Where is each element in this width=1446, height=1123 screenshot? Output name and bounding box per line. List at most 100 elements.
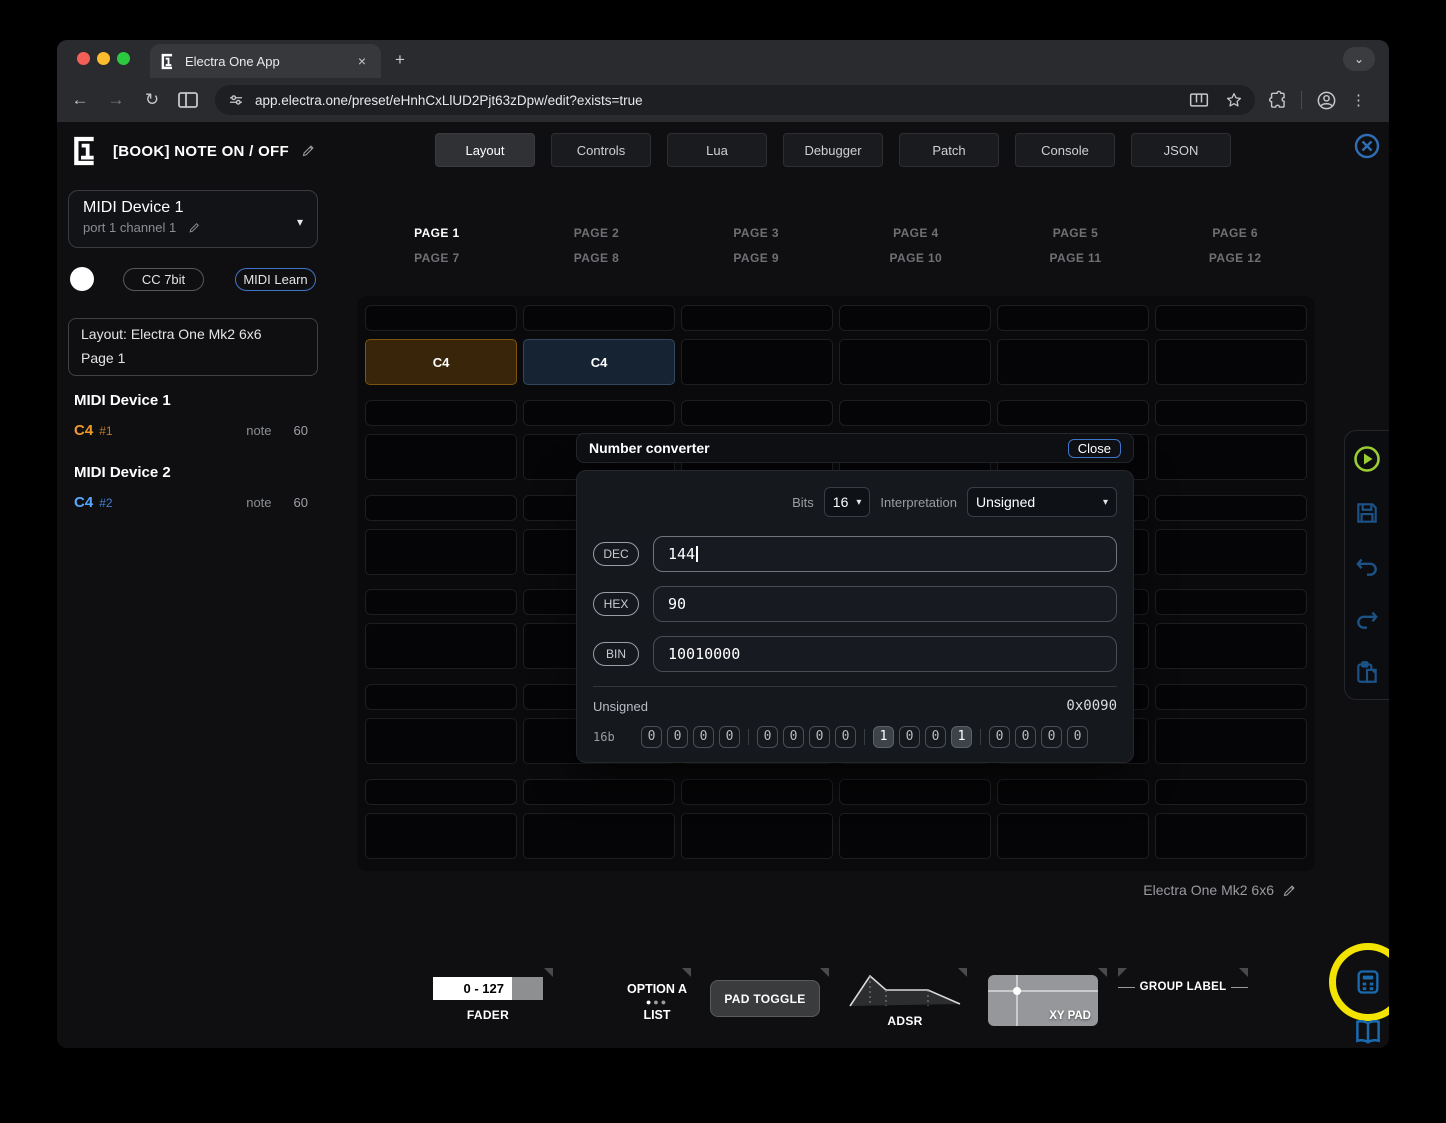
- grid-control-cell[interactable]: [523, 813, 675, 859]
- browser-menu-icon[interactable]: ⋮: [1351, 91, 1366, 109]
- grid-control-cell[interactable]: [1155, 813, 1307, 859]
- grid-label-cell[interactable]: [681, 400, 833, 426]
- dialog-header[interactable]: Number converter Close: [576, 433, 1134, 463]
- page-tab-1[interactable]: PAGE 1: [357, 226, 517, 240]
- grid-label-cell[interactable]: [1155, 684, 1307, 710]
- midi-learn-button[interactable]: MIDI Learn: [235, 268, 316, 291]
- grid-label-cell[interactable]: [365, 589, 517, 615]
- tab-patch[interactable]: Patch: [899, 133, 999, 167]
- browser-tab[interactable]: Electra One App ×: [150, 44, 381, 78]
- grid-control-cell[interactable]: [681, 813, 833, 859]
- bit-toggle-13[interactable]: 0: [693, 726, 714, 748]
- bin-input[interactable]: 10010000: [653, 636, 1117, 672]
- bits-select[interactable]: 16 ▾: [824, 487, 871, 517]
- side-panel-icon[interactable]: [175, 91, 201, 109]
- grid-control-cell[interactable]: [839, 339, 991, 385]
- grid-label-cell[interactable]: [1155, 305, 1307, 331]
- dialog-close-button[interactable]: Close: [1068, 439, 1121, 458]
- grid-control-cell[interactable]: [1155, 529, 1307, 575]
- url-text[interactable]: app.electra.one/preset/eHnhCxLlUD2Pjt63z…: [255, 93, 1189, 108]
- page-tab-4[interactable]: PAGE 4: [836, 226, 996, 240]
- grid-control-cell[interactable]: [997, 339, 1149, 385]
- profile-avatar-icon[interactable]: [1316, 90, 1337, 111]
- tab-json[interactable]: JSON: [1131, 133, 1231, 167]
- bit-toggle-3[interactable]: 0: [989, 726, 1010, 748]
- grid-label-cell[interactable]: [365, 684, 517, 710]
- page-tab-7[interactable]: PAGE 7: [357, 251, 517, 265]
- template-fader[interactable]: 0 - 127 FADER: [433, 977, 543, 1022]
- layout-info-box[interactable]: Layout: Electra One Mk2 6x6 Page 1: [68, 318, 318, 376]
- tab-lua[interactable]: Lua: [667, 133, 767, 167]
- bit-toggle-10[interactable]: 0: [783, 726, 804, 748]
- bit-toggle-4[interactable]: 1: [951, 726, 972, 748]
- documentation-book-icon[interactable]: [1353, 1017, 1383, 1047]
- grid-control-cell[interactable]: [997, 813, 1149, 859]
- template-group-label[interactable]: GROUP LABEL: [1118, 981, 1248, 993]
- tab-layout[interactable]: Layout: [435, 133, 535, 167]
- edit-layout-pencil-icon[interactable]: [1282, 883, 1297, 898]
- bit-toggle-11[interactable]: 0: [757, 726, 778, 748]
- tab-controls[interactable]: Controls: [551, 133, 651, 167]
- device-selector[interactable]: MIDI Device 1 port 1 channel 1 ▾: [68, 190, 318, 248]
- midi-keyboard-icon[interactable]: [1189, 92, 1209, 108]
- grid-label-cell[interactable]: [997, 305, 1149, 331]
- bit-toggle-7[interactable]: 1: [873, 726, 894, 748]
- page-tab-10[interactable]: PAGE 10: [836, 251, 996, 265]
- forward-icon[interactable]: →: [103, 90, 129, 110]
- template-pad[interactable]: PAD TOGGLE: [710, 980, 820, 1017]
- grid-control-cell[interactable]: [681, 339, 833, 385]
- bit-toggle-8[interactable]: 0: [835, 726, 856, 748]
- grid-control-cell[interactable]: [365, 813, 517, 859]
- window-minimize-button[interactable]: [97, 52, 110, 65]
- bit-toggle-12[interactable]: 0: [719, 726, 740, 748]
- grid-control-cell[interactable]: [839, 813, 991, 859]
- grid-label-cell[interactable]: [1155, 779, 1307, 805]
- edit-preset-pencil-icon[interactable]: [301, 143, 316, 158]
- dec-input[interactable]: 144: [653, 536, 1117, 572]
- grid-control-cell[interactable]: [1155, 434, 1307, 480]
- hex-input[interactable]: 90: [653, 586, 1117, 622]
- run-preset-icon[interactable]: [1353, 445, 1381, 473]
- grid-label-cell[interactable]: [681, 305, 833, 331]
- window-zoom-button[interactable]: [117, 52, 130, 65]
- grid-label-cell[interactable]: [365, 305, 517, 331]
- bit-toggle-1[interactable]: 0: [1041, 726, 1062, 748]
- tab-search-chevron-icon[interactable]: ⌄: [1343, 47, 1375, 71]
- tab-close-icon[interactable]: ×: [353, 53, 371, 69]
- page-tab-8[interactable]: PAGE 8: [517, 251, 677, 265]
- grid-label-cell[interactable]: [997, 779, 1149, 805]
- grid-control-cell[interactable]: [1155, 623, 1307, 669]
- bit-toggle-2[interactable]: 0: [1015, 726, 1036, 748]
- template-adsr[interactable]: ADSR: [848, 973, 962, 1028]
- grid-label-cell[interactable]: [365, 400, 517, 426]
- save-icon[interactable]: [1354, 500, 1380, 526]
- grid-label-cell[interactable]: [523, 779, 675, 805]
- site-settings-icon[interactable]: [227, 91, 245, 109]
- bookmark-star-icon[interactable]: [1225, 91, 1243, 109]
- tab-console[interactable]: Console: [1015, 133, 1115, 167]
- bit-toggle-14[interactable]: 0: [667, 726, 688, 748]
- grid-control-cell-c4[interactable]: C4: [365, 339, 517, 385]
- back-icon[interactable]: ←: [67, 90, 93, 110]
- extensions-puzzle-icon[interactable]: [1267, 90, 1287, 110]
- control-list-item[interactable]: C4 #2 note 60: [74, 494, 308, 511]
- grid-control-cell[interactable]: [365, 718, 517, 764]
- grid-control-cell[interactable]: [365, 434, 517, 480]
- undo-icon[interactable]: [1354, 553, 1380, 579]
- grid-label-cell[interactable]: [523, 400, 675, 426]
- grid-control-cell[interactable]: [365, 623, 517, 669]
- page-tab-6[interactable]: PAGE 6: [1155, 226, 1315, 240]
- page-tab-12[interactable]: PAGE 12: [1155, 251, 1315, 265]
- grid-label-cell[interactable]: [839, 305, 991, 331]
- cc-7bit-button[interactable]: CC 7bit: [123, 268, 204, 291]
- new-tab-button[interactable]: +: [395, 50, 405, 70]
- grid-label-cell[interactable]: [365, 779, 517, 805]
- template-list[interactable]: OPTION A ●●● LIST: [597, 982, 717, 1022]
- grid-label-cell[interactable]: [1155, 589, 1307, 615]
- url-bar[interactable]: app.electra.one/preset/eHnhCxLlUD2Pjt63z…: [215, 85, 1255, 115]
- paste-clipboard-icon[interactable]: [1354, 659, 1380, 685]
- bit-toggle-15[interactable]: 0: [641, 726, 662, 748]
- status-indicator[interactable]: [70, 267, 94, 291]
- interpretation-select[interactable]: Unsigned ▾: [967, 487, 1117, 517]
- page-tab-2[interactable]: PAGE 2: [517, 226, 677, 240]
